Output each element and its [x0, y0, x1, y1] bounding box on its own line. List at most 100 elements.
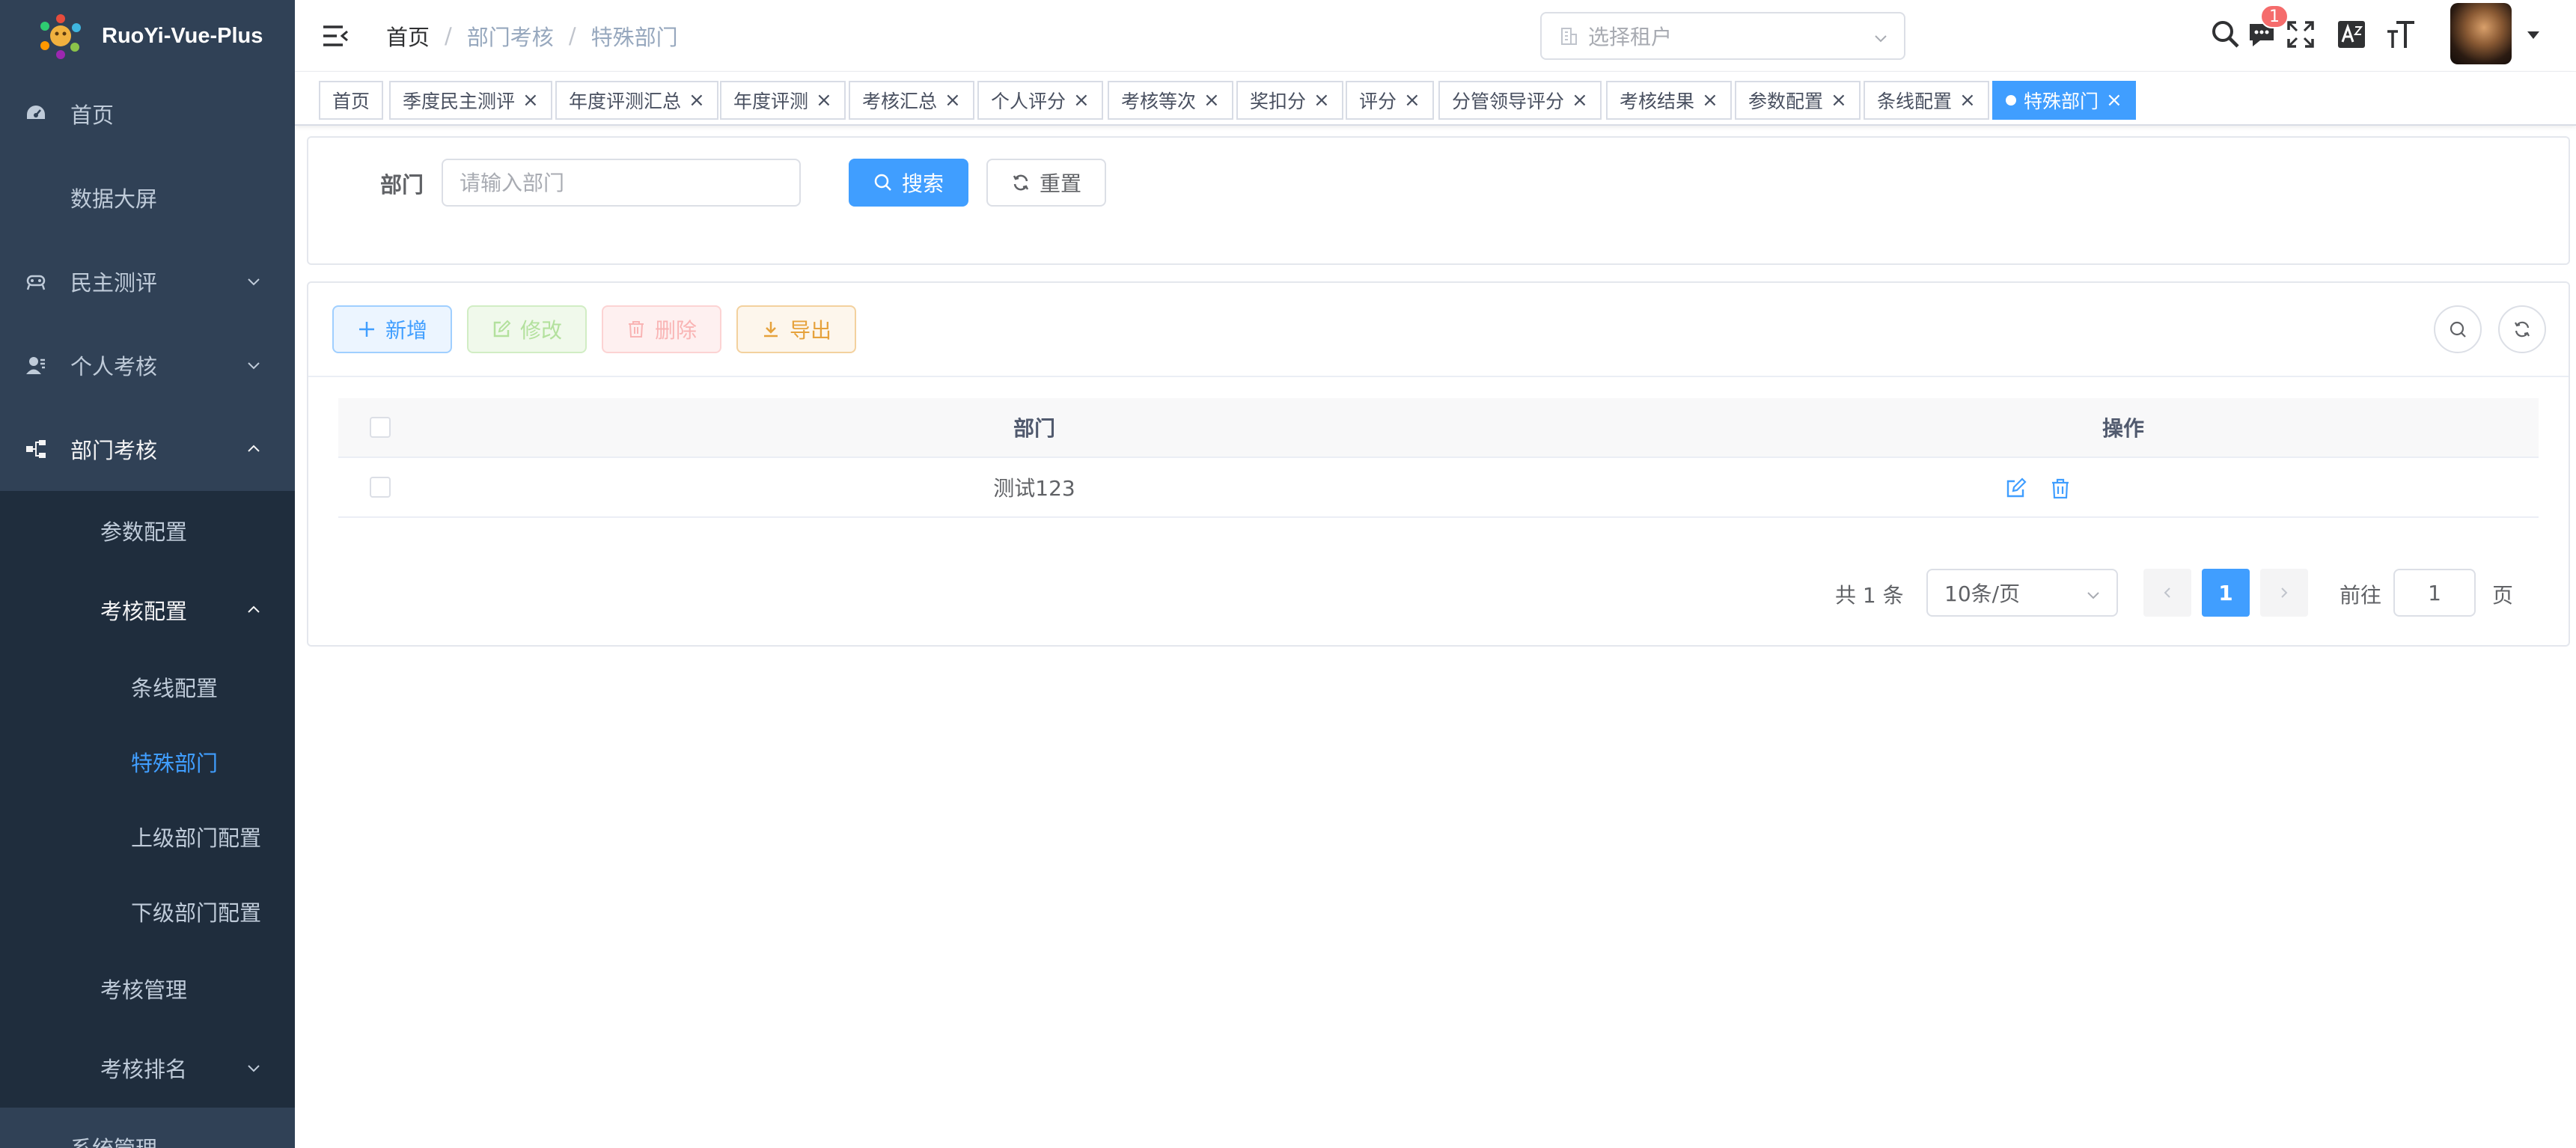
sidebar-item-eval-ranking[interactable]: 考核排名 — [0, 1028, 295, 1108]
tag-annual-eval[interactable]: 年度评测 × — [720, 81, 846, 120]
close-icon[interactable]: × — [1959, 89, 1976, 112]
sidebar-item-lower-dept-config[interactable]: 下级部门配置 — [0, 874, 295, 949]
download-icon — [763, 322, 778, 338]
tag-eval-summary[interactable]: 考核汇总 × — [849, 81, 974, 120]
close-icon[interactable]: × — [944, 89, 961, 112]
export-button-label: 导出 — [789, 318, 831, 343]
hamburger-icon[interactable] — [320, 22, 350, 49]
plus-icon — [358, 322, 374, 337]
close-icon[interactable]: × — [1203, 89, 1220, 112]
tag-score[interactable]: 评分 × — [1346, 81, 1434, 120]
close-icon[interactable]: × — [1572, 89, 1588, 112]
tag-eval-grade[interactable]: 考核等次 × — [1108, 81, 1233, 120]
sidebar-item-home[interactable]: 首页 — [0, 72, 295, 156]
sidebar-item-label: 考核排名 — [100, 1057, 188, 1082]
tag-home[interactable]: 首页 — [319, 81, 384, 120]
close-icon[interactable]: × — [689, 89, 705, 112]
sidebar-item-label: 参数配置 — [100, 519, 188, 545]
tag-eval-result[interactable]: 考核结果 × — [1606, 81, 1732, 120]
breadcrumb-separator: / — [568, 22, 576, 49]
page-suffix: 页 — [2492, 583, 2514, 608]
chevron-down-icon — [248, 362, 260, 370]
page-number-button[interactable]: 1 — [2202, 569, 2250, 617]
chevron-left-icon — [2164, 587, 2170, 598]
add-button[interactable]: 新增 — [332, 305, 452, 353]
tag-label: 考核汇总 — [862, 91, 938, 112]
sidebar-item-personal-eval[interactable]: 个人考核 — [0, 323, 295, 407]
fullscreen-icon[interactable] — [2284, 18, 2317, 51]
table-header: 部门 操作 — [338, 398, 2539, 458]
sidebar-item-line-config[interactable]: 条线配置 — [0, 650, 295, 724]
chevron-down-icon — [248, 278, 260, 286]
sidebar-item-dept-eval[interactable]: 部门考核 — [0, 407, 295, 491]
tag-bonus-deduction[interactable]: 奖扣分 × — [1236, 81, 1343, 120]
refresh-icon — [2515, 321, 2530, 338]
tenant-select[interactable]: 选择租户 — [1540, 12, 1905, 60]
tag-param-config[interactable]: 参数配置 × — [1735, 81, 1861, 120]
sidebar-item-special-dept[interactable]: 特殊部门 — [0, 724, 295, 799]
search-icon[interactable] — [2209, 18, 2242, 51]
tags-view: 首页 季度民主测评 × 年度评测汇总 × 年度评测 × 考核汇总 × 个人评分 … — [295, 72, 2576, 126]
trash-icon[interactable] — [2049, 477, 2072, 500]
sidebar-item-param-config[interactable]: 参数配置 — [0, 491, 295, 570]
sidebar-item-data-screen[interactable]: 数据大屏 — [0, 156, 295, 239]
goto-page-input[interactable] — [2393, 569, 2476, 617]
edit-icon[interactable] — [2004, 477, 2027, 500]
active-dot — [2006, 95, 2016, 106]
tag-label: 考核等次 — [1121, 91, 1197, 112]
tenant-placeholder: 选择租户 — [1588, 25, 1673, 49]
chevron-up-icon — [248, 445, 260, 452]
tag-quarterly-eval[interactable]: 季度民主测评 × — [389, 81, 552, 120]
sidebar-item-eval-management[interactable]: 考核管理 — [0, 949, 295, 1028]
tag-leader-score[interactable]: 分管领导评分 × — [1438, 81, 1602, 120]
next-page-button[interactable] — [2260, 569, 2308, 617]
tag-annual-summary[interactable]: 年度评测汇总 × — [555, 81, 718, 120]
caret-down-icon[interactable] — [2525, 28, 2542, 42]
close-icon[interactable]: × — [2106, 89, 2122, 112]
close-icon[interactable]: × — [1702, 89, 1718, 112]
tag-special-dept[interactable]: 特殊部门 × — [1992, 81, 2136, 120]
tag-label: 个人评分 — [991, 91, 1066, 112]
export-button[interactable]: 导出 — [736, 305, 856, 353]
language-icon[interactable] — [2335, 18, 2368, 51]
tag-line-config[interactable]: 条线配置 × — [1864, 81, 1989, 120]
dept-search-input[interactable] — [442, 159, 801, 207]
tree-icon — [26, 440, 46, 458]
breadcrumb-item: 特殊部门 — [590, 24, 678, 50]
sidebar-item-upper-dept-config[interactable]: 上级部门配置 — [0, 799, 295, 874]
dept-eval-submenu: 参数配置 考核配置 条线配置 特殊部门 上级部门配置 下级部门配置 考核管理 考… — [0, 491, 295, 1108]
close-icon[interactable]: × — [1404, 89, 1420, 112]
tag-personal-score[interactable]: 个人评分 × — [977, 81, 1103, 120]
tag-label: 考核结果 — [1620, 91, 1695, 112]
close-icon[interactable]: × — [1073, 89, 1090, 112]
total-count: 共 1 条 — [1835, 583, 1904, 608]
tag-label: 参数配置 — [1748, 91, 1824, 112]
sidebar-item-label: 考核管理 — [100, 977, 188, 1003]
delete-button[interactable]: 删除 — [602, 305, 721, 353]
breadcrumb-item[interactable]: 首页 — [386, 20, 430, 52]
font-size-icon[interactable] — [2384, 18, 2417, 51]
sidebar-item-eval-config[interactable]: 考核配置 — [0, 570, 295, 650]
logo[interactable]: RuoYi-Vue-Plus — [0, 0, 295, 72]
sidebar-item-label: 数据大屏 — [70, 186, 158, 212]
close-icon[interactable]: × — [816, 89, 832, 112]
close-icon[interactable]: × — [522, 89, 539, 112]
close-icon[interactable]: × — [1313, 89, 1330, 112]
sidebar-item-system[interactable]: 系统管理 — [0, 1108, 295, 1148]
reset-button-label: 重置 — [1039, 171, 1081, 196]
sidebar: RuoYi-Vue-Plus 首页 数据大屏 民主测评 个人考核 部门考核 参数… — [0, 0, 295, 1148]
trash-icon — [628, 321, 644, 338]
avatar[interactable] — [2450, 3, 2512, 64]
reset-button[interactable]: 重置 — [986, 159, 1106, 207]
chevron-down-icon — [1875, 35, 1887, 43]
edit-button[interactable]: 修改 — [467, 305, 587, 353]
toggle-search-button[interactable] — [2434, 305, 2482, 353]
page-size-select[interactable]: 10条/页 — [1926, 569, 2118, 617]
close-icon[interactable]: × — [1831, 89, 1847, 112]
search-button[interactable]: 搜索 — [849, 159, 968, 207]
refresh-button[interactable] — [2498, 305, 2546, 353]
tag-label: 季度民主测评 — [403, 91, 516, 112]
sidebar-item-label: 系统管理 — [70, 1132, 157, 1148]
sidebar-item-democratic-eval[interactable]: 民主测评 — [0, 239, 295, 323]
prev-page-button[interactable] — [2143, 569, 2191, 617]
